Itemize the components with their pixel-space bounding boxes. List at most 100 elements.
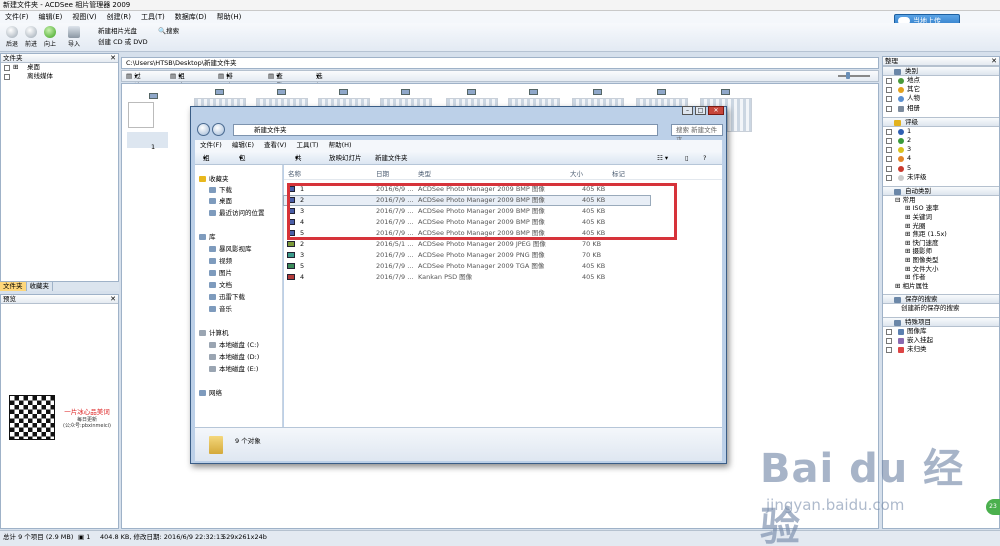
nav-drive-e[interactable]: 本地磁盘 (E:) xyxy=(209,365,258,374)
saved-searches-header[interactable]: 保存的搜索 xyxy=(883,294,999,305)
category-item[interactable]: 人物 xyxy=(883,94,999,103)
rating-item[interactable]: 5 xyxy=(883,164,999,173)
path-bar[interactable]: C:\Users\HTSB\Desktop\新建文件夹 xyxy=(121,57,879,69)
checkbox[interactable] xyxy=(886,156,892,163)
special-items-header[interactable]: 特殊项目 xyxy=(883,317,999,327)
checkbox[interactable] xyxy=(886,165,892,172)
new-folder-button[interactable]: 新建文件夹 xyxy=(375,151,408,165)
share-button[interactable]: 共享 ▾ xyxy=(295,151,302,176)
explorer-menu-edit[interactable]: 编辑(E) xyxy=(227,140,259,151)
checkbox[interactable] xyxy=(886,174,892,181)
auto-category-item[interactable]: ⊞ 焦距 (1.5x) xyxy=(883,230,999,239)
tree-item-offline-media[interactable]: 离线媒体 xyxy=(1,72,118,81)
nav-item-library[interactable]: 暴风影视库 xyxy=(209,245,252,254)
maximize-icon[interactable]: □ xyxy=(695,106,706,115)
rating-item[interactable]: 1 xyxy=(883,127,999,136)
nav-item-downloads[interactable]: 下载 xyxy=(209,186,232,195)
zoom-slider-handle[interactable] xyxy=(846,72,850,79)
column-tags[interactable]: 标记 xyxy=(612,169,625,180)
auto-categories-header[interactable]: 自动类别 xyxy=(883,185,999,196)
checkbox[interactable] xyxy=(4,74,10,80)
rating-item[interactable]: 4 xyxy=(883,154,999,163)
nav-computer[interactable]: 计算机 xyxy=(199,329,229,338)
nav-item-videos[interactable]: 视频 xyxy=(209,257,232,266)
back-arrow-icon[interactable] xyxy=(197,123,210,136)
auto-category-item[interactable]: ⊞ 光圈 xyxy=(883,222,999,231)
view-menu[interactable]: ▤ 查看 ▾ xyxy=(268,71,283,90)
explorer-search-input[interactable]: 搜索 新建文件夹 xyxy=(671,124,723,144)
close-icon[interactable]: ✕ xyxy=(708,106,724,115)
preview-pane-icon[interactable]: ▯ xyxy=(685,151,689,165)
explorer-menu-view[interactable]: 查看(V) xyxy=(259,140,292,151)
nav-item-recent[interactable]: 最近访问的位置 xyxy=(209,209,265,218)
menu-file[interactable]: 文件(F) xyxy=(0,11,34,23)
file-row[interactable]: 2 2016/5/1 ... ACDSee Photo Manager 2009 J… xyxy=(284,240,722,249)
menu-view[interactable]: 视图(V) xyxy=(67,11,101,23)
checkbox[interactable] xyxy=(886,338,892,345)
search-button[interactable]: 🔍搜索 xyxy=(158,27,179,36)
group-menu[interactable]: ▤ 组合方式 ▾ xyxy=(170,71,185,110)
checkbox[interactable] xyxy=(4,65,10,71)
nav-favorites[interactable]: 收藏夹 xyxy=(199,175,229,184)
ratings-header[interactable]: 评级 xyxy=(883,116,999,127)
special-item[interactable]: 嵌入挂起 xyxy=(883,336,999,345)
sort-menu[interactable]: ▤ 排序方式 ▾ xyxy=(218,71,233,110)
file-row[interactable]: 4 2016/7/9 ... Kankan PSD 图像 405 KB xyxy=(284,273,722,282)
auto-category-item[interactable]: ⊟ 常用 xyxy=(883,196,999,205)
new-album-disc-button[interactable]: 新建相片光盘 xyxy=(98,27,137,36)
nav-item-thunder-downloads[interactable]: 迅雷下载 xyxy=(209,293,245,302)
thumbnail-1[interactable] xyxy=(128,93,158,128)
category-item[interactable]: 地点 xyxy=(883,76,999,85)
file-row[interactable]: 3 2016/7/9 ... ACDSee Photo Manager 2009 P… xyxy=(284,251,722,260)
categories-header[interactable]: 类别 xyxy=(883,66,999,76)
create-cd-button[interactable]: 创建 CD 或 DVD xyxy=(98,38,148,47)
slideshow-button[interactable]: 放映幻灯片 xyxy=(329,151,362,165)
close-icon[interactable]: ✕ xyxy=(110,295,116,304)
column-type[interactable]: 类型 xyxy=(418,169,431,180)
checkbox[interactable] xyxy=(886,87,892,94)
rating-item[interactable]: 3 xyxy=(883,145,999,154)
nav-item-pictures[interactable]: 图片 xyxy=(209,269,232,278)
explorer-menu-tools[interactable]: 工具(T) xyxy=(292,140,324,151)
menu-help[interactable]: 帮助(H) xyxy=(212,11,247,23)
nav-item-music[interactable]: 音乐 xyxy=(209,305,232,314)
checkbox[interactable] xyxy=(886,105,892,112)
nav-drive-c[interactable]: 本地磁盘 (C:) xyxy=(209,341,259,350)
menu-create[interactable]: 创建(R) xyxy=(102,11,136,23)
rating-item[interactable]: 2 xyxy=(883,136,999,145)
checkbox[interactable] xyxy=(886,329,892,335)
auto-category-item[interactable]: ⊞ 快门速度 xyxy=(883,239,999,248)
nav-item-desktop[interactable]: 桌面 xyxy=(209,197,232,206)
checkbox[interactable] xyxy=(886,78,892,84)
auto-category-item[interactable]: ⊞ 文件大小 xyxy=(883,265,999,274)
file-row[interactable]: 5 2016/7/9 ... ACDSee Photo Manager 2009 T… xyxy=(284,262,722,271)
special-item[interactable]: 图像库 xyxy=(883,327,999,336)
nav-network[interactable]: 网络 xyxy=(199,389,222,398)
rating-item[interactable]: 未评级 xyxy=(883,173,999,182)
minimize-icon[interactable]: – xyxy=(682,106,693,115)
category-item[interactable]: 其它 xyxy=(883,85,999,94)
tree-item-desktop[interactable]: ⊞ 桌面 xyxy=(1,63,118,72)
menu-database[interactable]: 数据库(D) xyxy=(170,11,212,23)
select-menu[interactable]: 选择 ▾ xyxy=(316,71,323,90)
auto-category-item[interactable]: ⊞ 摄影师 xyxy=(883,247,999,256)
import-button[interactable]: 导入 xyxy=(64,25,84,50)
checkbox[interactable] xyxy=(886,137,892,144)
checkbox[interactable] xyxy=(886,147,892,154)
notification-badge[interactable]: 23 xyxy=(986,499,1000,515)
column-size[interactable]: 大小 xyxy=(570,169,583,180)
explorer-address-bar[interactable]: 新建文件夹 xyxy=(233,124,658,136)
tab-favorites[interactable]: 收藏夹 xyxy=(27,282,53,291)
forward-button[interactable]: 前进 xyxy=(21,25,41,50)
auto-category-item[interactable]: ⊞ 相片属性 xyxy=(883,282,999,291)
explorer-menu-help[interactable]: 帮助(H) xyxy=(324,140,357,151)
zoom-slider[interactable] xyxy=(838,72,870,79)
column-name[interactable]: 名称 xyxy=(288,169,301,180)
special-item[interactable]: 未归类 xyxy=(883,345,999,354)
checkbox[interactable] xyxy=(886,96,892,103)
forward-arrow-icon[interactable] xyxy=(212,123,225,136)
column-date[interactable]: 日期 xyxy=(376,169,389,180)
checkbox[interactable] xyxy=(886,347,892,354)
close-icon[interactable]: ✕ xyxy=(991,57,997,66)
nav-libraries[interactable]: 库 xyxy=(199,233,216,242)
